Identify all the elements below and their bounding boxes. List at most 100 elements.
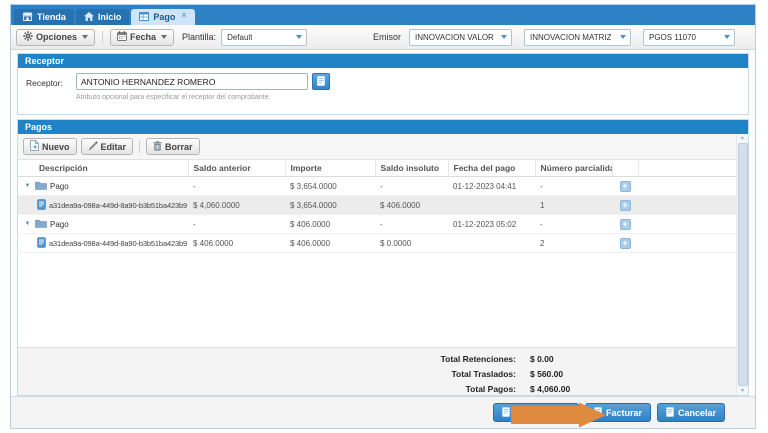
folder-icon [35,181,47,192]
main-toolbar: Opciones Fecha Plantilla: Default Emisor… [11,25,755,50]
chevron-down-icon [501,35,507,39]
cell-saldo-anterior: $ 4,060.0000 [188,196,285,215]
totals-section: Total Retenciones: $ 0.00 Total Traslado… [18,347,736,395]
cell-fecha-pago [448,234,535,253]
toolbar-separator [139,140,140,153]
cancel-document-icon [666,407,674,419]
cell-importe: $ 3,654.0000 [285,177,375,196]
cell-saldo-insoluto: $ 0.0000 [375,234,448,253]
cell-fecha-pago: 01-12-2023 05:02 [448,215,535,234]
cell-filler [638,215,736,234]
row-label: Pago [50,182,69,191]
emisor-select[interactable]: INNOVACION VALOR [409,29,512,46]
borrar-label: Borrar [165,142,193,152]
pagos-panel: Pagos Nuevo Editar Borrar Descripció [17,119,749,396]
col-saldo-insoluto[interactable]: Saldo insoluto [375,160,448,177]
scroll-down-icon[interactable]: ▼ [737,388,748,394]
pencil-icon [88,141,98,153]
tab-pago[interactable]: Pago × [131,9,194,25]
grid-icon [139,12,149,23]
editar-button[interactable]: Editar [81,138,134,155]
cell-saldo-anterior: - [188,215,285,234]
borrar-button[interactable]: Borrar [146,138,200,155]
emisor-value: INNOVACION VALOR [415,33,494,42]
pago-group-row-1[interactable]: ▼ Pago - $ 3,654.0000 - 01-12-2023 04:41… [18,177,736,196]
total-retenciones-row: Total Retenciones: $ 0.00 [18,351,736,366]
col-actions [612,160,638,177]
total-label: Total Pagos: [18,384,516,394]
editar-label: Editar [101,142,127,152]
cell-saldo-anterior: - [188,177,285,196]
row-label: a31dea9a-098a-449d-8a90-b3b51ba423b9 [49,239,187,248]
receptor-input[interactable] [76,73,308,90]
fecha-button[interactable]: Fecha [110,29,174,46]
plantilla-select[interactable]: Default [221,29,307,46]
cell-filler [638,177,736,196]
collapse-caret-icon[interactable]: ▼ [23,221,32,227]
cell-saldo-insoluto: - [375,177,448,196]
opciones-label: Opciones [36,32,77,42]
add-icon[interactable]: + [620,219,631,230]
scroll-up-icon[interactable]: ▲ [737,135,748,141]
calendar-icon [117,31,127,43]
sucursal-select[interactable]: INNOVACION MATRIZ [524,29,631,46]
add-icon[interactable]: + [620,181,631,192]
add-icon[interactable]: + [620,200,631,211]
plantilla-label: Plantilla: [182,32,216,42]
tab-tienda[interactable]: Tienda [14,9,74,25]
home-icon [84,12,94,23]
cell-actions: + [612,234,638,253]
pago-doc-row-1[interactable]: a31dea9a-098a-449d-8a90-b3b51ba423b9 $ 4… [18,196,736,215]
scrollbar-thumb[interactable] [738,143,748,386]
cancelar-label: Cancelar [678,408,716,418]
cell-descripcion: a31dea9a-098a-449d-8a90-b3b51ba423b9 [18,234,188,253]
pagos-table: Descripción Saldo anterior Importe Saldo… [18,160,736,253]
col-parcialidad[interactable]: Número parcialidad [535,160,612,177]
pago-group-row-2[interactable]: ▼ Pago - $ 406.0000 - 01-12-2023 05:02 -… [18,215,736,234]
cell-parcialidad: - [535,177,612,196]
col-saldo-anterior[interactable]: Saldo anterior [188,160,285,177]
nuevo-button[interactable]: Nuevo [23,138,77,155]
cell-actions: + [612,196,638,215]
receptor-lookup-button[interactable] [312,73,330,90]
col-descripcion[interactable]: Descripción [18,160,188,177]
cell-descripcion: ▼ Pago [18,177,188,196]
action-arrow [511,402,607,428]
new-document-icon [30,140,39,153]
emisor-label: Emisor [373,32,401,42]
cell-importe: $ 3,654.0000 [285,196,375,215]
total-label: Total Retenciones: [18,354,516,364]
col-fecha-pago[interactable]: Fecha del pago [448,160,535,177]
trash-icon [153,141,162,153]
cell-fecha-pago: 01-12-2023 04:41 [448,177,535,196]
total-value: $ 560.00 [530,369,563,379]
footer-bar: Previsualizar Facturar Cancelar [11,396,755,428]
preview-document-icon [502,407,510,419]
vertical-scrollbar[interactable]: ▲ ▼ [736,134,748,395]
close-icon[interactable]: × [181,11,186,19]
receptor-field-label: Receptor: [26,78,63,88]
total-value: $ 4,060.00 [530,384,570,394]
serie-select[interactable]: PGOS 11070 [643,29,735,46]
serie-value: PGOS 11070 [649,33,696,42]
add-icon[interactable]: + [620,238,631,249]
opciones-button[interactable]: Opciones [16,29,95,46]
row-label: Pago [50,220,69,229]
pago-doc-row-2[interactable]: a31dea9a-098a-449d-8a90-b3b51ba423b9 $ 4… [18,234,736,253]
document-icon [37,199,46,212]
chevron-down-icon [724,35,730,39]
tab-label: Pago [153,12,175,22]
cancelar-button[interactable]: Cancelar [657,403,725,422]
tab-inicio[interactable]: Inicio [76,9,130,25]
app-window: Tienda Inicio Pago × Opciones Fecha Plan… [10,4,756,429]
cell-saldo-insoluto: $ 406.0000 [375,196,448,215]
cell-actions: + [612,215,638,234]
document-icon [37,237,46,250]
tab-label: Inicio [98,12,122,22]
cell-descripcion: a31dea9a-098a-449d-8a90-b3b51ba423b9 [18,196,188,215]
total-pagos-row: Total Pagos: $ 4,060.00 [18,381,736,396]
tab-label: Tienda [37,12,66,22]
collapse-caret-icon[interactable]: ▼ [23,183,32,189]
col-importe[interactable]: Importe [285,160,375,177]
chevron-down-icon [296,35,302,39]
